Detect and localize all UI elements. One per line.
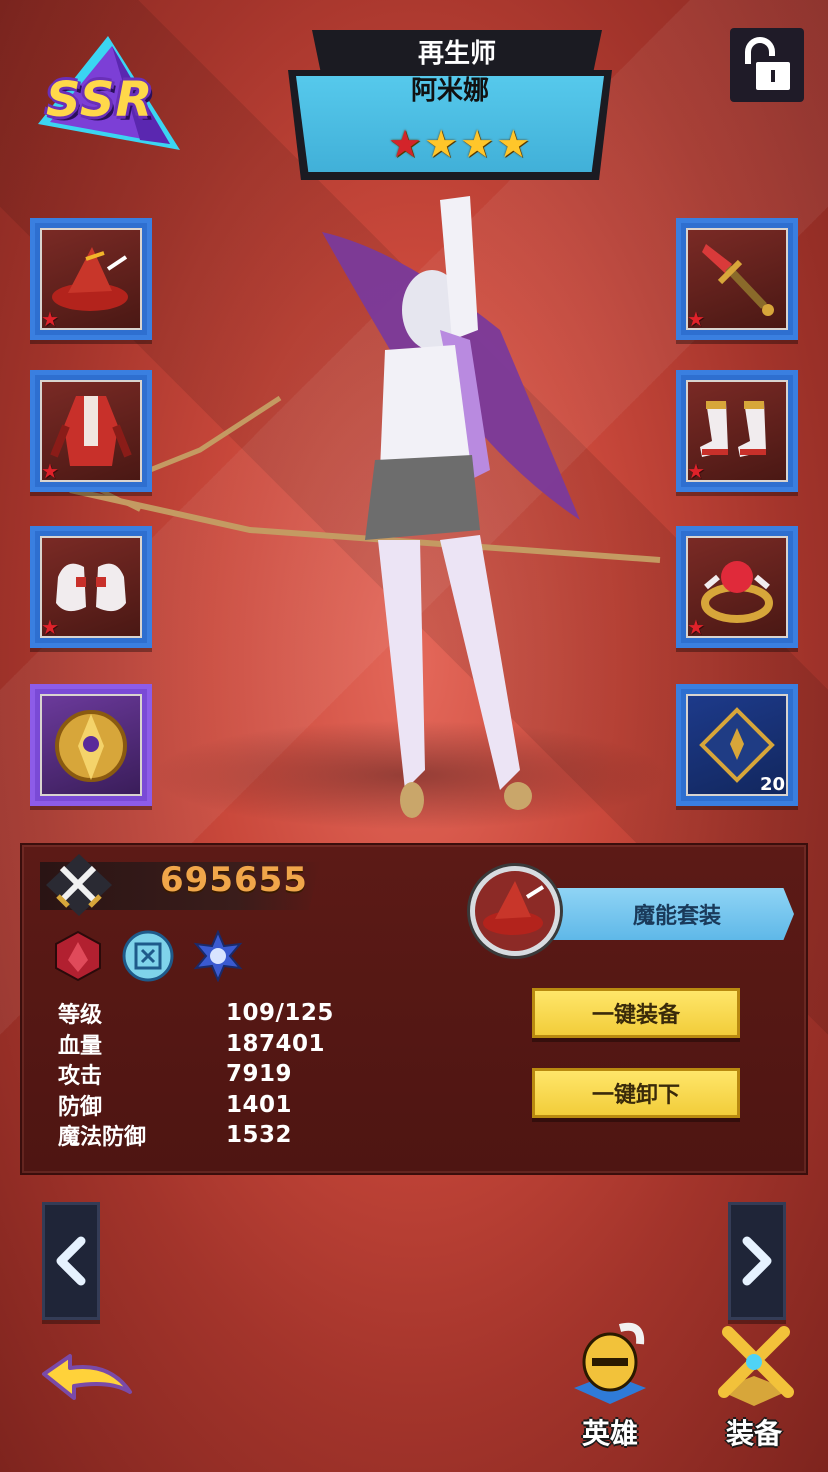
hero-helmet-icon <box>574 1322 646 1404</box>
equip-all-label: 一键装备 <box>591 1003 680 1028</box>
boots-icon <box>700 401 766 457</box>
unequip-all-label: 一键卸下 <box>591 1083 680 1108</box>
equipment-set-label: 魔能套装 <box>632 904 721 929</box>
attribute-icons <box>52 929 244 983</box>
sword-icon <box>702 244 774 316</box>
star-icon: ★ <box>687 307 705 331</box>
class-badge-icon <box>122 930 174 982</box>
star-icon: ★ <box>687 615 705 639</box>
equip-slot-rune[interactable]: 20 <box>676 684 798 806</box>
star-icon: ★ <box>41 307 59 331</box>
robe-armor-icon <box>50 396 132 466</box>
stat-label: 攻击 <box>58 1064 103 1090</box>
stat-label: 魔法防御 <box>58 1125 147 1151</box>
equipment-tab-label: 装备 <box>725 1417 782 1450</box>
stat-row-attack: 攻击 7919 <box>58 1059 334 1090</box>
equip-slot-gloves[interactable]: ★ <box>30 526 152 648</box>
hero-tab-button[interactable]: 英雄 <box>560 1318 660 1452</box>
star-icon: ★ <box>41 459 59 483</box>
stat-value: 187401 <box>226 1030 326 1057</box>
stat-value: 1532 <box>226 1122 293 1149</box>
golden-emblem-icon <box>55 710 127 782</box>
back-arrow-icon <box>42 1354 132 1400</box>
combat-power-value: 695655 <box>160 860 308 900</box>
hero-tab-label: 英雄 <box>581 1417 638 1450</box>
equip-slot-weapon[interactable]: ★ <box>676 218 798 340</box>
set-hat-icon[interactable] <box>470 866 560 956</box>
faction-badge-icon <box>192 929 244 983</box>
equipment-set-button[interactable]: 魔能套装 <box>530 888 794 940</box>
stat-value: 7919 <box>226 1061 293 1088</box>
stat-label: 等级 <box>58 1003 103 1029</box>
back-button[interactable] <box>40 1352 136 1416</box>
stat-label: 血量 <box>58 1033 103 1059</box>
star-icon: ★ <box>687 459 705 483</box>
equip-slot-ring[interactable]: ★ <box>676 526 798 648</box>
stats-list: 等级 109/125 血量 187401 攻击 7919 防御 1401 魔法防… <box>58 998 334 1151</box>
stat-value: 109/125 <box>226 1000 334 1027</box>
stat-row-magic-defense: 魔法防御 1532 <box>58 1120 334 1151</box>
ring-icon <box>701 561 773 623</box>
stat-row-hp: 血量 187401 <box>58 1029 334 1060</box>
crossed-swords-icon <box>718 1326 794 1406</box>
stat-value: 1401 <box>226 1091 293 1118</box>
witch-hat-icon <box>52 247 128 311</box>
equip-all-button[interactable]: 一键装备 <box>532 988 740 1038</box>
stat-label: 防御 <box>58 1094 103 1120</box>
unequip-all-button[interactable]: 一键卸下 <box>532 1068 740 1118</box>
star-icon: ★ <box>41 615 59 639</box>
rune-count: 20 <box>759 774 785 795</box>
chevron-right-icon <box>742 1236 772 1286</box>
chevron-left-icon <box>56 1236 86 1286</box>
equip-slot-hat[interactable]: ★ <box>30 218 152 340</box>
gloves-icon <box>56 563 126 612</box>
crossed-swords-icon <box>44 852 114 922</box>
next-hero-button[interactable] <box>728 1202 786 1320</box>
stat-row-level: 等级 109/125 <box>58 998 334 1029</box>
fire-element-icon <box>52 930 104 982</box>
equip-slot-emblem[interactable] <box>30 684 152 806</box>
equip-slot-armor[interactable]: ★ <box>30 370 152 492</box>
stat-row-defense: 防御 1401 <box>58 1090 334 1121</box>
previous-hero-button[interactable] <box>42 1202 100 1320</box>
equip-slot-boots[interactable]: ★ <box>676 370 798 492</box>
equipment-tab-button[interactable]: 装备 <box>704 1318 804 1452</box>
